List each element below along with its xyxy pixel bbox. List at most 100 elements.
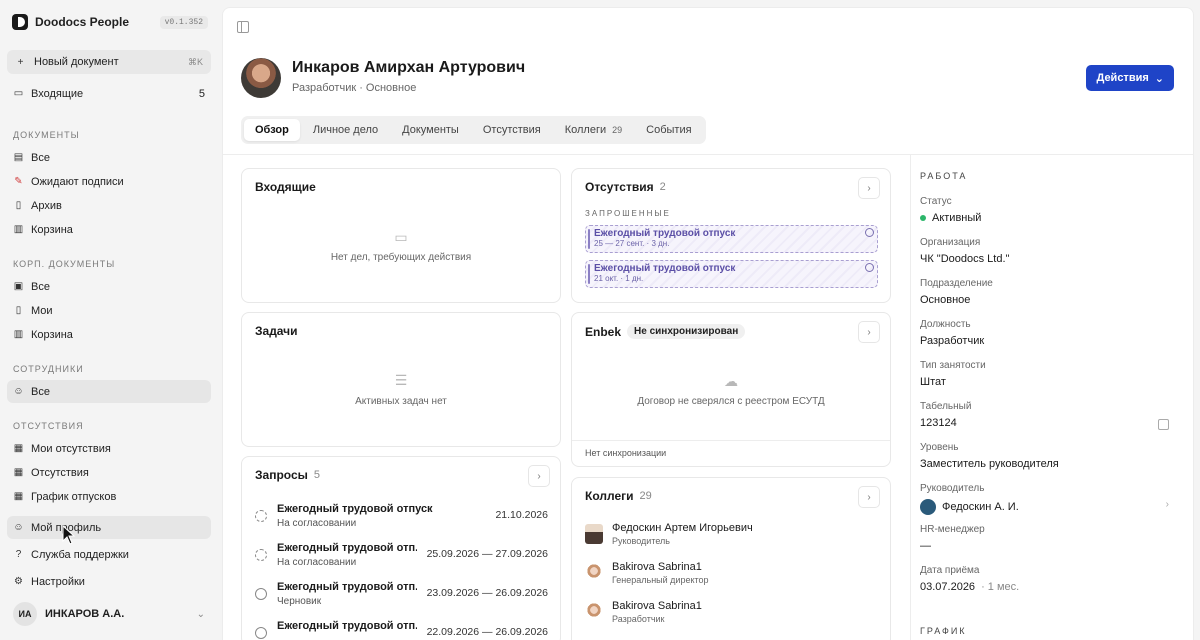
sidebar: Doodocs People v0.1.352 + Новый документ… xyxy=(0,0,221,640)
status-circle-icon xyxy=(255,588,267,600)
open-enbek-button[interactable]: › xyxy=(858,321,880,343)
clock-icon xyxy=(865,263,874,272)
status-circle-icon xyxy=(255,510,267,522)
actions-button[interactable]: Действия ⌄ xyxy=(1086,65,1174,91)
card-title-text: Входящие xyxy=(255,180,316,194)
request-title: Ежегодный трудовой отп... xyxy=(277,620,417,632)
sidebar-item-label: График отпусков xyxy=(31,490,117,503)
tab-label: Обзор xyxy=(255,124,289,136)
plus-icon: + xyxy=(17,56,24,68)
request-row[interactable]: Ежегодный трудовой отп... 22.09.2026 — 2… xyxy=(255,618,548,640)
detail-value: Активный xyxy=(920,212,1175,224)
document-icon: ▤ xyxy=(13,152,24,163)
gear-icon: ⚙ xyxy=(14,576,23,587)
sidebar-item-my-absences[interactable]: ▦ Мои отсутствия xyxy=(7,437,211,460)
new-document-button[interactable]: + Новый документ ⌘K xyxy=(7,50,211,74)
tab-documents[interactable]: Документы xyxy=(391,119,470,141)
sidebar-item-inbox[interactable]: ▭ Входящие 5 xyxy=(7,82,211,105)
colleague-role: Разработчик xyxy=(612,614,665,624)
detail-personnel-number: Табельный 123124 xyxy=(920,401,1175,430)
card-title: Enbek Не синхронизирован xyxy=(585,324,746,339)
sidebar-item-my-profile[interactable]: ☺ Мой профиль xyxy=(7,516,211,539)
detail-label: Дата приёма xyxy=(920,565,980,576)
colleague-row[interactable]: Федоскин Артем Игорьевич Руководитель xyxy=(585,520,875,550)
detail-value: — xyxy=(920,540,931,552)
tab-absences[interactable]: Отсутствия xyxy=(472,119,552,141)
status-dot-icon xyxy=(920,215,926,221)
main-panel: Инкаров Амирхан Артурович Разработчик · … xyxy=(222,7,1194,640)
absences-card: Отсутствия 2 › ЗАПРОШЕННЫЕ Ежегодный тру… xyxy=(571,168,891,303)
calendar-icon: ▦ xyxy=(13,491,24,502)
detail-hr-manager: HR-менеджер — xyxy=(920,524,1175,552)
colleagues-card: Коллеги 29 › Федоскин Артем Игорьевич Ру… xyxy=(571,477,891,640)
calendar-icon: ▦ xyxy=(13,467,24,478)
sidebar-item-corp-all[interactable]: ▣ Все xyxy=(7,275,211,298)
hire-date: 03.07.2026 xyxy=(920,581,976,593)
card-title: Коллеги 29 xyxy=(585,489,652,503)
sidebar-item-vacation-schedule[interactable]: ▦ График отпусков xyxy=(7,485,211,508)
actions-label: Действия xyxy=(1096,72,1149,84)
work-details: РАБОТА Статус Активный Организация ЧК "D… xyxy=(920,171,1180,636)
absence-title: Ежегодный трудовой отпуск xyxy=(594,263,736,274)
colleague-row[interactable]: Bakirova Sabrina1 Разработчик xyxy=(585,598,875,628)
sidebar-item-label: Все xyxy=(31,280,50,293)
sidebar-item-archive[interactable]: ▯ Архив xyxy=(7,194,211,217)
section-label-employees: СОТРУДНИКИ xyxy=(13,364,84,374)
detail-employment-type: Тип занятости Штат xyxy=(920,360,1175,388)
tab-colleagues[interactable]: Коллеги 29 xyxy=(554,119,633,141)
card-title: Задачи xyxy=(255,324,298,338)
divider xyxy=(223,154,1193,155)
sidebar-item-label: Мои xyxy=(31,304,53,317)
sidebar-item-awaiting-signature[interactable]: ✎ Ожидают подписи xyxy=(7,170,211,193)
open-requests-button[interactable]: › xyxy=(528,465,550,487)
copy-icon[interactable] xyxy=(1158,419,1169,430)
section-label-documents: ДОКУМЕНТЫ xyxy=(13,130,80,140)
chevron-down-icon: ⌄ xyxy=(196,608,205,620)
sidebar-item-corp-mine[interactable]: ▯ Мои xyxy=(7,299,211,322)
status-badge: Не синхронизирован xyxy=(627,324,746,339)
detail-manager[interactable]: Руководитель Федоскин А. И. › xyxy=(920,483,1175,515)
sidebar-item-settings[interactable]: ⚙ Настройки xyxy=(7,570,211,593)
tab-personal-file[interactable]: Личное дело xyxy=(302,119,389,141)
chevron-right-icon: › xyxy=(1165,499,1169,510)
detail-value: Разработчик xyxy=(920,335,985,347)
sidebar-item-trash[interactable]: ▥ Корзина xyxy=(7,218,211,241)
detail-value: Федоскин А. И. xyxy=(920,499,1175,515)
colleague-row[interactable]: Bakirova Sabrina1 Генеральный директор xyxy=(585,559,875,589)
avatar: ИА xyxy=(13,602,37,626)
request-status: На согласовании xyxy=(277,557,357,568)
user-icon: ☺ xyxy=(13,522,24,533)
request-row[interactable]: Ежегодный трудовой отпуск На согласовани… xyxy=(255,501,548,533)
app-name: Doodocs People xyxy=(35,15,130,29)
request-date: 22.09.2026 — 26.09.2026 xyxy=(426,626,548,638)
sidebar-toggle-icon[interactable] xyxy=(237,21,249,33)
request-row[interactable]: Ежегодный трудовой отп... Черновик 23.09… xyxy=(255,579,548,611)
inbox-icon: ▭ xyxy=(13,88,24,99)
tab-events[interactable]: События xyxy=(635,119,702,141)
detail-label: Тип занятости xyxy=(920,360,986,371)
sidebar-item-label: Служба поддержки xyxy=(31,548,129,561)
section-heading-schedule: ГРАФИК xyxy=(920,626,1175,636)
request-row[interactable]: Ежегодный трудовой отп... На согласовани… xyxy=(255,540,548,572)
detail-label: Табельный xyxy=(920,401,972,412)
sidebar-item-docs-all[interactable]: ▤ Все xyxy=(7,146,211,169)
sidebar-item-support[interactable]: ? Служба поддержки xyxy=(7,543,211,566)
sidebar-item-absences[interactable]: ▦ Отсутствия xyxy=(7,461,211,484)
sidebar-item-corp-trash[interactable]: ▥ Корзина xyxy=(7,323,211,346)
absence-meta: 25 — 27 сент. · 3 дн. xyxy=(594,239,670,248)
absence-item[interactable]: Ежегодный трудовой отпуск 25 — 27 сент. … xyxy=(585,225,878,253)
user-menu[interactable]: ИА ИНКАРОВ А.А. ⌄ xyxy=(7,600,211,628)
colleague-role: Генеральный директор xyxy=(612,575,709,585)
chevron-right-icon: › xyxy=(867,326,871,338)
avatar xyxy=(920,499,936,515)
open-absences-button[interactable]: › xyxy=(858,177,880,199)
open-colleagues-button[interactable]: › xyxy=(858,486,880,508)
absence-item[interactable]: Ежегодный трудовой отпуск 21 окт. · 1 дн… xyxy=(585,260,878,288)
empty-state-text: Активных задач нет xyxy=(355,396,447,407)
brand[interactable]: Doodocs People v0.1.352 xyxy=(12,12,208,32)
manager-name: Федоскин А. И. xyxy=(942,501,1019,513)
detail-status: Статус Активный xyxy=(920,196,1175,224)
profile-subtitle: Разработчик · Основное xyxy=(292,82,417,94)
tab-overview[interactable]: Обзор xyxy=(244,119,300,141)
sidebar-item-employees-all[interactable]: ☺ Все xyxy=(7,380,211,403)
